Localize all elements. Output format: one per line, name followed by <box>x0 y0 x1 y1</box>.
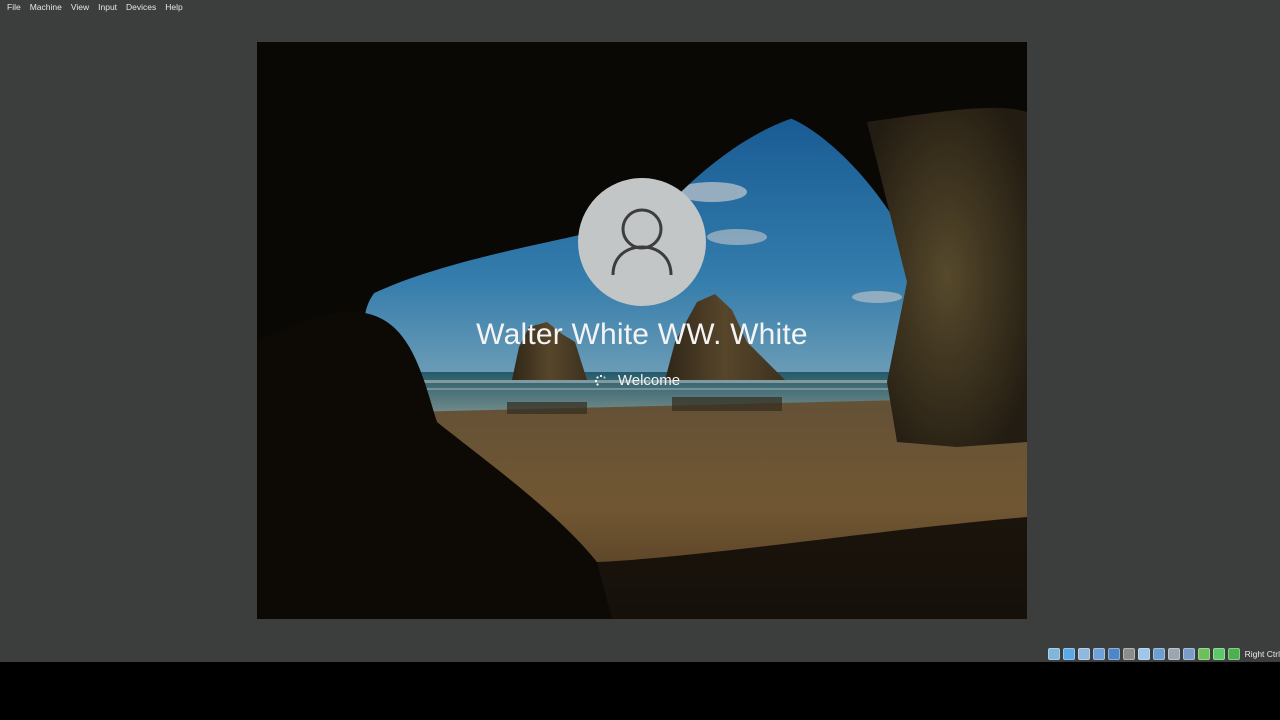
menu-bar: File Machine View Input Devices Help <box>0 0 1280 14</box>
menu-help[interactable]: Help <box>165 0 182 14</box>
status-indicators <box>1047 648 1243 660</box>
video-capture-icon[interactable] <box>1152 648 1165 660</box>
menu-file[interactable]: File <box>7 0 21 14</box>
hard-disk-icon[interactable] <box>1047 648 1060 660</box>
menu-input[interactable]: Input <box>98 0 117 14</box>
optical-drive-icon[interactable] <box>1062 648 1075 660</box>
user-avatar <box>578 178 706 306</box>
menu-view[interactable]: View <box>71 0 89 14</box>
user-icon <box>611 208 673 276</box>
spinner-icon <box>594 374 606 386</box>
menu-devices[interactable]: Devices <box>126 0 156 14</box>
login-status: Welcome <box>257 372 1027 389</box>
virtualbox-host-window: File Machine View Input Devices Help Wal… <box>0 0 1280 662</box>
audio-icon[interactable] <box>1077 648 1090 660</box>
display-icon[interactable] <box>1137 648 1150 660</box>
keyboard-icon[interactable] <box>1227 648 1240 660</box>
vm-status-bar: Right Ctrl <box>1047 646 1280 662</box>
cpu-icon[interactable] <box>1182 648 1195 660</box>
recording-icon[interactable] <box>1167 648 1180 660</box>
guest-additions-icon[interactable] <box>1197 648 1210 660</box>
mouse-integration-icon[interactable] <box>1212 648 1225 660</box>
welcome-text: Welcome <box>617 372 681 389</box>
usb-icon[interactable] <box>1107 648 1120 660</box>
shared-folders-icon[interactable] <box>1122 648 1135 660</box>
network-icon[interactable] <box>1092 648 1105 660</box>
login-username: Walter White WW. White <box>476 318 808 351</box>
vm-screen[interactable]: Walter White WW. White Welcome <box>257 42 1027 619</box>
menu-machine[interactable]: Machine <box>30 0 62 14</box>
host-key-label[interactable]: Right Ctrl <box>1245 649 1280 659</box>
